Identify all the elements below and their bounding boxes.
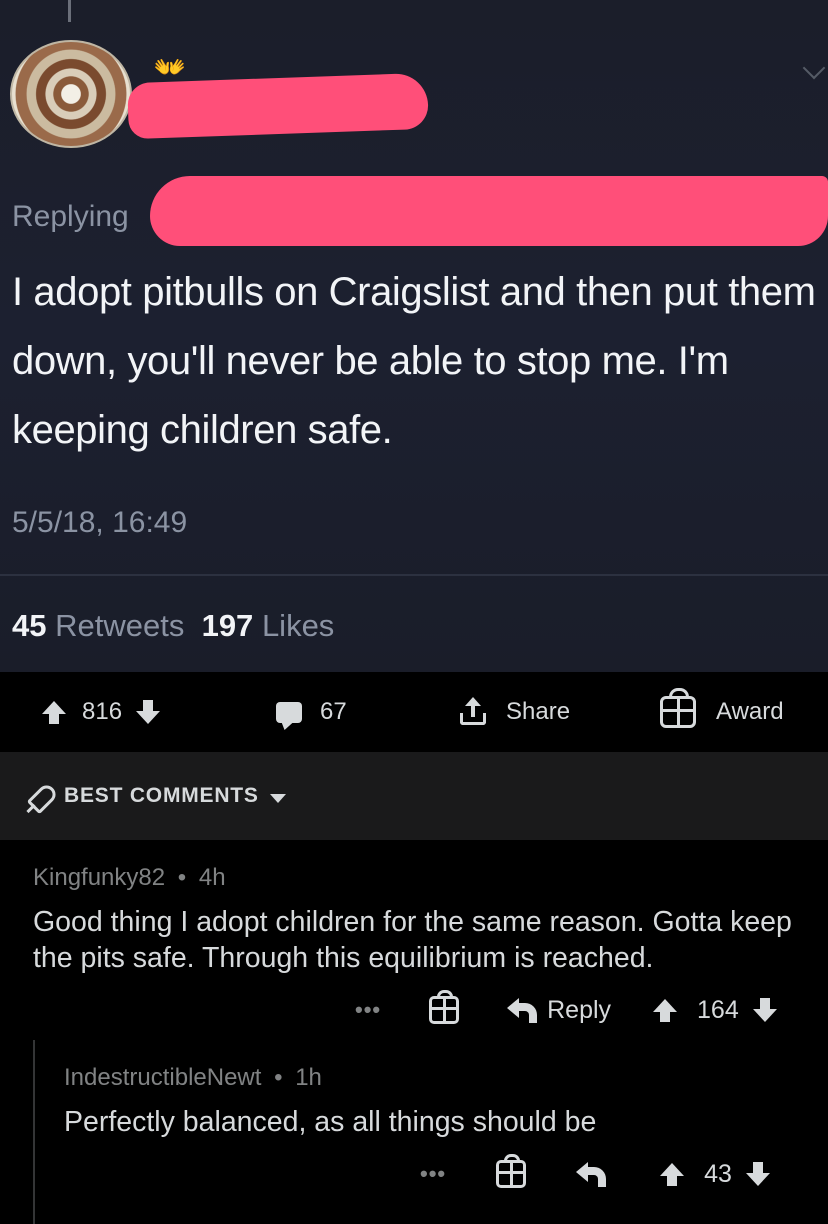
comment-body: Good thing I adopt children for the same… bbox=[33, 906, 792, 974]
upvote-icon[interactable] bbox=[653, 998, 678, 1022]
likes-label: Likes bbox=[261, 608, 335, 643]
replying-label: Replying bbox=[12, 200, 129, 233]
post-action-bar: 816 67 Share Award bbox=[0, 672, 828, 752]
gift-icon[interactable] bbox=[429, 990, 460, 1024]
thread-line[interactable] bbox=[33, 1040, 35, 1224]
tweet-stats: 45 Retweets 197 Likes bbox=[12, 608, 334, 644]
comment-author[interactable]: Kingfunky82 bbox=[33, 864, 165, 891]
reply-icon[interactable] bbox=[576, 1162, 607, 1187]
tweet-timestamp: 5/5/18, 16:49 bbox=[12, 506, 188, 539]
gift-icon[interactable] bbox=[496, 1154, 527, 1188]
reply-meta: IndestructibleNewt • 1h bbox=[64, 1064, 322, 1092]
more-options-icon[interactable]: ••• bbox=[420, 1161, 446, 1187]
tweet-avatar bbox=[10, 40, 132, 148]
reply-actions: ••• 43 bbox=[420, 1154, 770, 1194]
reply-score: 43 bbox=[704, 1159, 732, 1188]
likes-count: 197 bbox=[201, 608, 254, 643]
share-label: Share bbox=[506, 698, 571, 725]
comment-actions: ••• Reply 164 bbox=[355, 990, 777, 1030]
comment-age: 4h bbox=[198, 864, 226, 891]
more-options-icon[interactable]: ••• bbox=[355, 997, 381, 1023]
upvote-icon[interactable] bbox=[42, 700, 66, 724]
reply-icon[interactable] bbox=[507, 998, 538, 1023]
gift-icon bbox=[660, 688, 696, 728]
reply-author[interactable]: IndestructibleNewt bbox=[64, 1064, 261, 1091]
chevron-down-icon bbox=[802, 56, 826, 80]
post-score: 816 bbox=[82, 698, 123, 725]
tweet-text: I adopt pitbulls on Craigslist and then … bbox=[12, 270, 816, 452]
share-button[interactable]: Share bbox=[460, 672, 570, 752]
comments-count: 67 bbox=[320, 698, 347, 725]
comments-section: Kingfunky82 • 4h Good thing I adopt chil… bbox=[0, 840, 828, 1224]
comments-button[interactable]: 67 bbox=[276, 672, 347, 752]
upvote-icon[interactable] bbox=[660, 1162, 685, 1186]
reply-button[interactable]: Reply bbox=[547, 996, 611, 1025]
tweet-divider bbox=[0, 574, 828, 576]
award-button[interactable]: Award bbox=[660, 672, 784, 752]
downvote-icon[interactable] bbox=[745, 1161, 770, 1186]
downvote-icon[interactable] bbox=[136, 699, 161, 724]
tweet-name-emoji: 👐 bbox=[153, 51, 187, 82]
caret-down-icon bbox=[270, 794, 286, 803]
redacted-reply-handle bbox=[150, 176, 828, 246]
reply-body: Perfectly balanced, as all things should… bbox=[64, 1106, 597, 1138]
comment-icon bbox=[276, 701, 302, 723]
share-icon bbox=[460, 697, 486, 725]
reply-age: 1h bbox=[295, 1064, 322, 1091]
redacted-display-name bbox=[127, 72, 429, 140]
tweet-screenshot: 👐 Replying I adopt pitbulls on Craigslis… bbox=[0, 0, 828, 672]
comment-meta: Kingfunky82 • 4h bbox=[33, 864, 226, 892]
meta-separator: • bbox=[274, 1064, 283, 1091]
retweets-label: Retweets bbox=[55, 608, 185, 643]
post-vote-group: 816 bbox=[42, 672, 161, 752]
downvote-icon[interactable] bbox=[752, 997, 777, 1022]
comment-score: 164 bbox=[697, 995, 739, 1024]
comment-sort-bar[interactable]: BEST COMMENTS bbox=[0, 752, 828, 840]
sort-label: BEST COMMENTS bbox=[64, 784, 259, 807]
tweet-thread-line bbox=[68, 0, 71, 22]
rocket-icon bbox=[26, 784, 52, 810]
award-label: Award bbox=[716, 698, 784, 725]
meta-separator: • bbox=[177, 864, 187, 891]
retweets-count: 45 bbox=[12, 608, 47, 643]
